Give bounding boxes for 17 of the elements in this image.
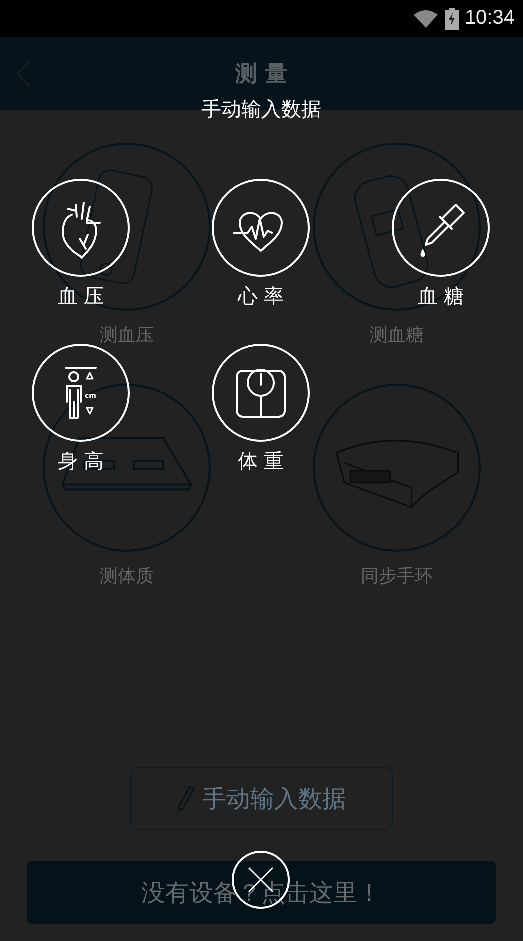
battery-charging-icon xyxy=(444,8,459,30)
device-label: 测体质 xyxy=(100,565,154,588)
dropper-icon xyxy=(420,204,465,257)
device-label: 同步手环 xyxy=(361,565,433,588)
overlay-title: 手动输入数据 xyxy=(202,96,322,123)
wifi-icon xyxy=(412,8,439,28)
clock-time: 10:34 xyxy=(464,7,515,30)
device-circle[interactable] xyxy=(313,143,481,311)
heart-organ-icon xyxy=(62,202,101,259)
heartbeat-icon xyxy=(233,212,283,252)
device-circle[interactable] xyxy=(43,143,211,311)
page-title: 测 量 xyxy=(236,60,288,88)
device-label: 测血压 xyxy=(100,324,154,347)
weighing-scale-icon xyxy=(236,369,286,418)
device-label: 测血糖 xyxy=(370,324,424,347)
device-circle[interactable] xyxy=(43,384,211,552)
pencil-icon xyxy=(176,784,194,812)
